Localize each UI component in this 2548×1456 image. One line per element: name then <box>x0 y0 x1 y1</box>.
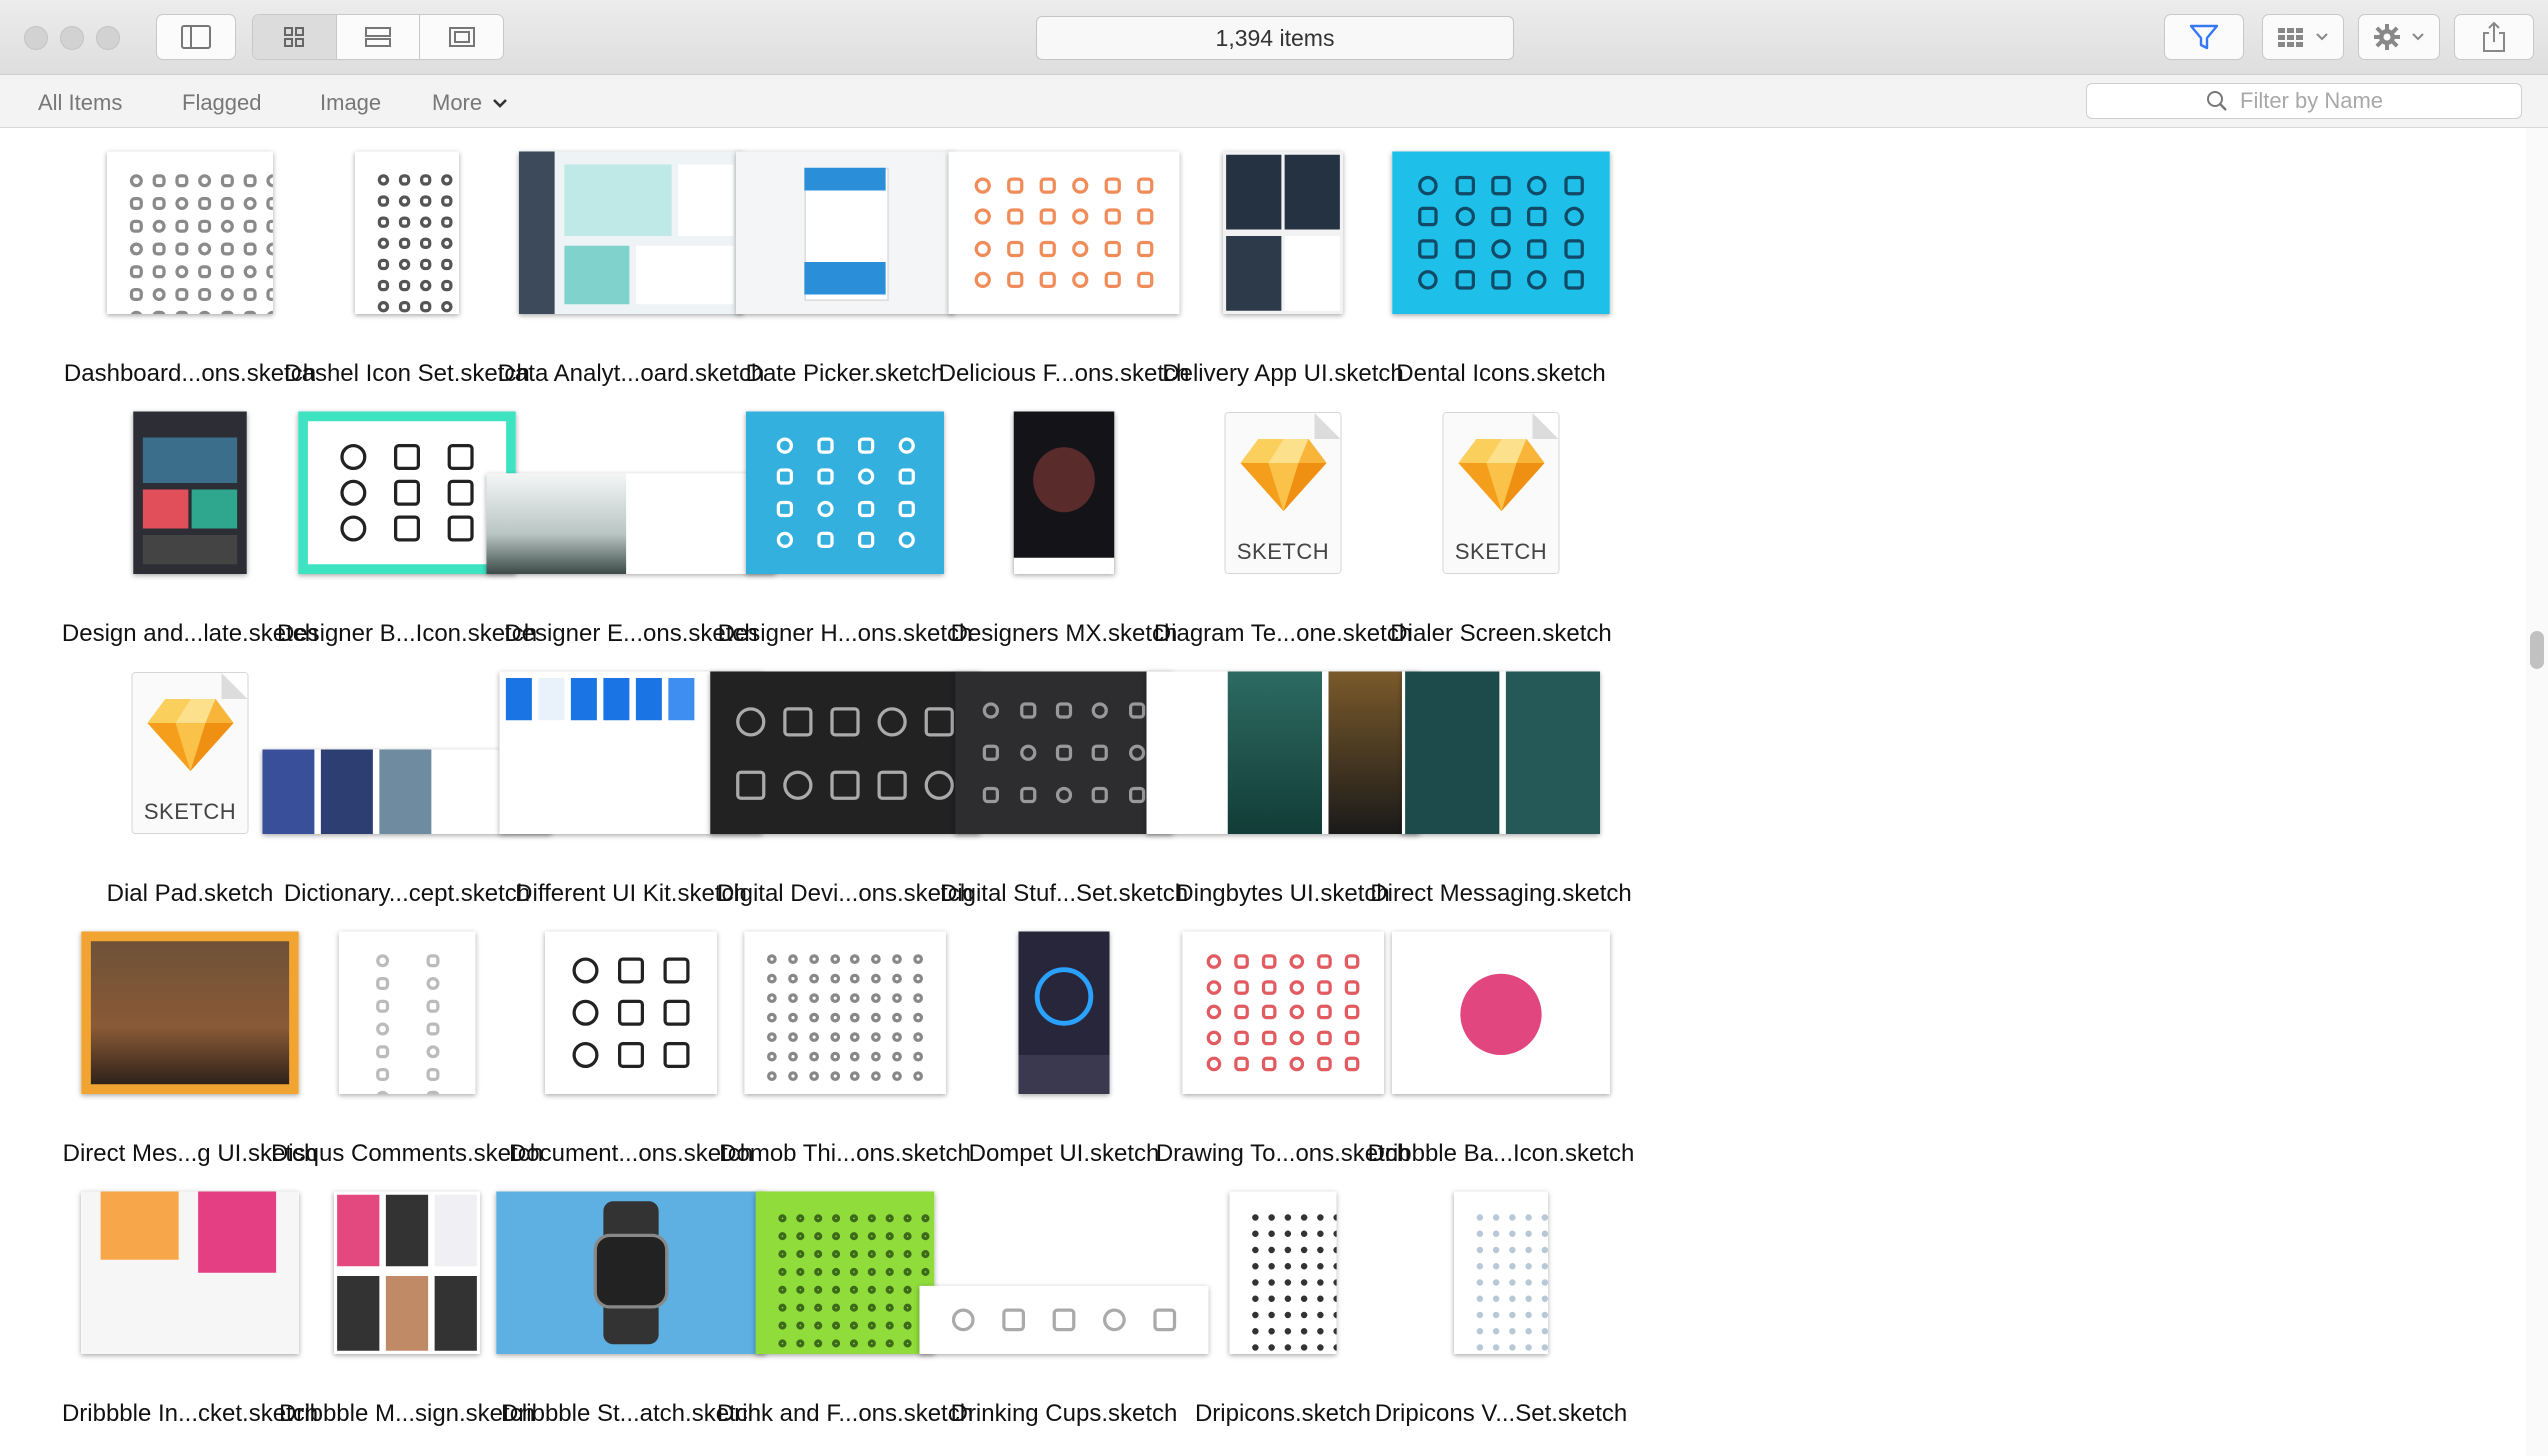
preview-view-icon <box>448 27 475 47</box>
file-thumbnail[interactable] <box>355 151 459 314</box>
filter-funnel-icon <box>2189 24 2219 50</box>
filter-search-box[interactable] <box>2086 83 2522 119</box>
sidebar-icon <box>181 25 211 49</box>
vertical-scrollbar[interactable] <box>2526 128 2548 1456</box>
file-thumbnail[interactable]: SKETCH <box>131 671 249 834</box>
action-dropdown[interactable] <box>2358 14 2440 60</box>
grid-view-icon <box>284 27 305 47</box>
zoom-window-button[interactable] <box>96 26 120 50</box>
filter-tab-more-label: More <box>432 90 483 115</box>
sketch-file-label: SKETCH <box>1454 539 1548 564</box>
list-view-button[interactable] <box>337 15 421 59</box>
filter-tab-image[interactable]: Image <box>320 90 381 116</box>
chevron-down-icon <box>2316 33 2328 41</box>
file-thumbnail[interactable] <box>1013 411 1115 574</box>
chevron-down-icon <box>2412 33 2424 41</box>
sidebar-toggle-button[interactable] <box>156 14 236 60</box>
file-thumbnail[interactable]: SKETCH <box>1224 411 1342 574</box>
file-thumbnail[interactable] <box>1453 1191 1549 1354</box>
file-thumbnail[interactable] <box>1018 931 1110 1094</box>
file-grid-item[interactable]: Dripicons V...Set.sketch <box>1331 1188 1671 1428</box>
window-titlebar: 1,394 items <box>0 0 2548 75</box>
file-thumbnail[interactable] <box>338 931 476 1094</box>
filter-button[interactable] <box>2164 14 2244 60</box>
file-name-label: Direct Messaging.sketch <box>1370 880 1632 907</box>
sketch-file-label: SKETCH <box>143 799 237 824</box>
file-thumbnail[interactable] <box>333 1191 481 1354</box>
filter-tab-more[interactable]: More <box>432 90 508 116</box>
file-grid-item[interactable]: SKETCH Dialer Screen.sketch <box>1331 408 1671 648</box>
file-thumbnail[interactable] <box>1229 1191 1337 1354</box>
sketch-document-icon: SKETCH <box>132 672 248 833</box>
grid-view-button[interactable] <box>253 15 337 59</box>
close-window-button[interactable] <box>24 26 48 50</box>
file-grid-item[interactable]: Dribbble Ba...Icon.sketch <box>1331 928 1671 1168</box>
file-name-label: Dripicons V...Set.sketch <box>1374 1400 1628 1427</box>
share-icon <box>2483 21 2505 52</box>
preview-view-button[interactable] <box>420 15 503 59</box>
file-grid: Dashboard...ons.sketch Dashel Icon Set.sk… <box>0 128 2528 1456</box>
sketch-document-icon: SKETCH <box>1443 412 1559 573</box>
file-grid-item[interactable]: Direct Messaging.sketch <box>1331 668 1671 908</box>
file-grid-item[interactable]: Dental Icons.sketch <box>1331 148 1671 388</box>
sketch-file-label: SKETCH <box>1236 539 1330 564</box>
file-thumbnail[interactable] <box>1392 931 1610 1094</box>
file-thumbnail[interactable] <box>1392 151 1610 314</box>
file-thumbnail[interactable] <box>133 411 247 574</box>
file-name-label: Dental Icons.sketch <box>1396 360 1606 387</box>
filter-tab-all-items[interactable]: All Items <box>38 90 122 116</box>
filter-tab-flagged[interactable]: Flagged <box>182 90 262 116</box>
search-icon <box>2207 91 2227 111</box>
file-thumbnail[interactable]: SKETCH <box>1442 411 1560 574</box>
search-input[interactable] <box>2238 87 2402 115</box>
sketch-document-icon: SKETCH <box>1225 412 1341 573</box>
file-name-label: Dialer Screen.sketch <box>1390 620 1612 647</box>
file-name-label: Dribbble Ba...Icon.sketch <box>1367 1140 1635 1167</box>
chevron-down-icon <box>493 99 508 108</box>
file-thumbnail[interactable] <box>1401 671 1601 834</box>
filter-bar: All Items Flagged Image More <box>0 75 2548 128</box>
share-button[interactable] <box>2454 14 2534 60</box>
group-by-dropdown[interactable] <box>2262 14 2344 60</box>
gear-icon <box>2374 24 2400 50</box>
file-thumbnail[interactable] <box>1222 151 1344 314</box>
grid-group-icon <box>2278 28 2303 47</box>
item-count-display: 1,394 items <box>1036 16 1514 60</box>
view-mode-segmented-control <box>252 14 504 60</box>
scrollbar-thumb[interactable] <box>2530 631 2544 669</box>
list-view-icon <box>365 27 391 47</box>
minimize-window-button[interactable] <box>60 26 84 50</box>
